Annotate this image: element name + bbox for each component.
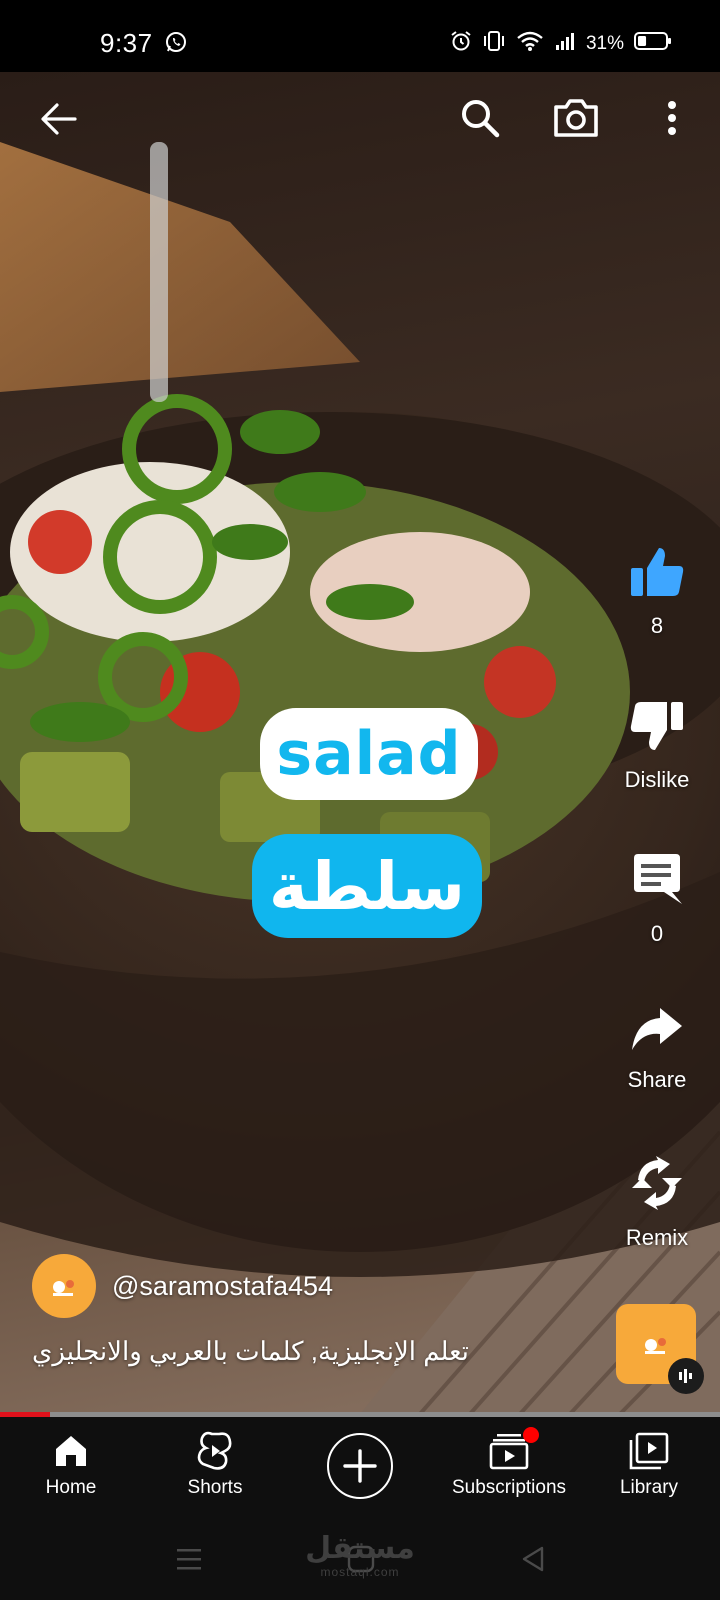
create-button[interactable]: [327, 1433, 393, 1499]
thumbs-down-icon: [629, 700, 685, 757]
back-triangle-icon[interactable]: [520, 1545, 546, 1578]
new-content-dot: [523, 1427, 539, 1443]
nav-shorts-label: Shorts: [187, 1477, 243, 1498]
remix-label: Remix: [625, 1225, 689, 1250]
thumbs-up-icon: [629, 546, 685, 603]
word-english-sticker: salad: [260, 708, 478, 800]
like-button[interactable]: 8: [605, 546, 709, 639]
battery-percent: 31%: [585, 32, 624, 54]
comments-button[interactable]: 0: [605, 852, 709, 947]
alarm-icon: [450, 30, 472, 57]
back-arrow-icon[interactable]: [34, 94, 84, 144]
wifi-icon: [516, 30, 544, 57]
channel-row: @saramostafa454: [32, 1254, 333, 1318]
plus-icon: [343, 1449, 377, 1483]
dislike-label: Dislike: [624, 767, 690, 792]
home-icon: [53, 1429, 89, 1473]
subscriptions-icon: [489, 1427, 539, 1473]
search-icon[interactable]: [454, 92, 506, 144]
watermark-sub: mostaql.com: [320, 1565, 400, 1579]
like-count: 8: [650, 613, 664, 638]
more-vert-icon[interactable]: [650, 92, 694, 144]
nav-subscriptions-label: Subscriptions: [451, 1477, 567, 1498]
word-arabic-sticker: سلطة: [252, 834, 482, 938]
watermark: مستقل mostaql.com: [300, 1531, 420, 1580]
comment-icon: [630, 852, 684, 911]
camera-icon[interactable]: [548, 92, 604, 144]
remix-icon: [628, 1156, 686, 1215]
status-time: 9:37: [100, 28, 153, 58]
channel-avatar[interactable]: [32, 1254, 96, 1318]
nav-home-label: Home: [45, 1477, 97, 1498]
remix-button[interactable]: Remix: [605, 1156, 709, 1251]
battery-icon: [634, 30, 672, 57]
nav-library-label: Library: [619, 1477, 679, 1498]
share-arrow-icon: [630, 1006, 684, 1057]
audio-wave-icon: [668, 1358, 704, 1394]
bottom-navigation: Home Shorts Subscriptions Library: [0, 1417, 720, 1523]
nav-subscriptions[interactable]: Subscriptions: [439, 1417, 579, 1523]
whatsapp-icon: [165, 31, 187, 58]
status-icons: 31%: [450, 30, 672, 57]
library-icon: [629, 1429, 669, 1473]
shorts-icon: [197, 1429, 233, 1473]
system-navigation-bar: مستقل mostaql.com: [0, 1523, 720, 1600]
signal-icon: [554, 30, 576, 57]
nav-library[interactable]: Library: [584, 1417, 714, 1523]
top-bar: [0, 72, 720, 168]
channel-handle[interactable]: @saramostafa454: [112, 1271, 333, 1302]
status-bar: 9:37 31%: [0, 0, 720, 72]
vibrate-icon: [482, 30, 506, 57]
share-button[interactable]: Share: [605, 1006, 709, 1093]
watermark-main: مستقل: [305, 1531, 415, 1566]
video-caption[interactable]: تعلم الإنجليزية, كلمات بالعربي والانجليز…: [32, 1336, 512, 1367]
comment-count: 0: [650, 921, 664, 946]
recents-icon[interactable]: [176, 1545, 202, 1578]
dislike-button[interactable]: Dislike: [605, 700, 709, 793]
nav-shorts[interactable]: Shorts: [150, 1417, 280, 1523]
share-label: Share: [627, 1067, 687, 1092]
nav-home[interactable]: Home: [6, 1417, 136, 1523]
